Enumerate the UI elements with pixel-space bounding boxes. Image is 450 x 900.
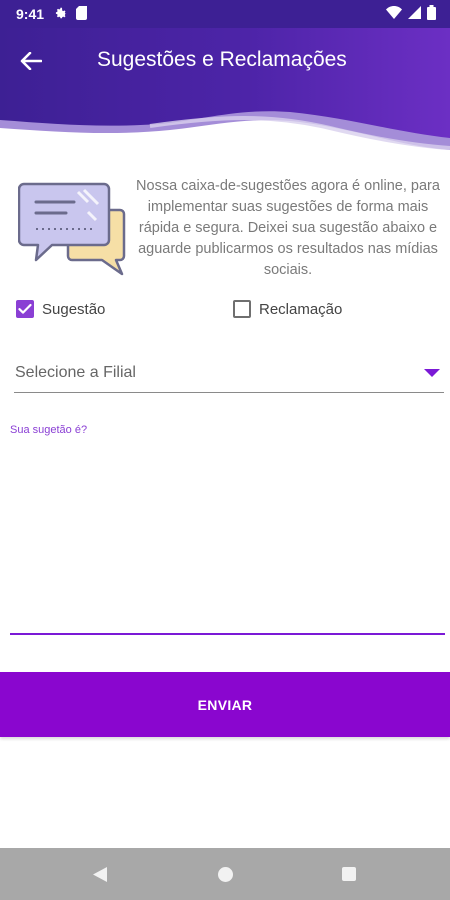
home-circle-icon — [217, 866, 233, 882]
signal-icon — [408, 6, 421, 22]
app-header: Sugestões e Reclamações — [0, 28, 450, 158]
back-button[interactable] — [14, 46, 48, 76]
back-triangle-icon — [93, 866, 107, 882]
checkbox-reclamacao-label: Reclamação — [259, 300, 343, 318]
checkbox-sugestao[interactable]: Sugestão — [16, 296, 105, 322]
status-time: 9:41 — [16, 6, 45, 22]
status-bar: 9:41 — [0, 0, 450, 28]
arrow-left-icon — [20, 52, 42, 70]
battery-icon — [427, 5, 436, 23]
recents-square-icon — [342, 867, 356, 881]
checkbox-sugestao-label: Sugestão — [42, 300, 106, 318]
branch-select[interactable]: Selecione a Filial — [14, 355, 444, 393]
suggestion-field-label: Sua sugetão é? — [10, 424, 88, 436]
branch-select-value: Selecione a Filial — [15, 364, 136, 381]
settings-icon — [54, 6, 68, 23]
checkbox-checked-icon[interactable] — [16, 300, 34, 318]
page-title: Sugestões e Reclamações — [97, 48, 347, 71]
dropdown-arrow-icon[interactable] — [424, 369, 440, 377]
checkbox-reclamacao[interactable]: Reclamação — [233, 296, 342, 322]
suggestion-textarea[interactable]: Sua sugetão é? — [10, 415, 445, 635]
checkbox-unchecked-icon[interactable] — [233, 300, 251, 318]
intro-text: Nossa caixa-de-sugestões agora é online,… — [136, 178, 440, 278]
nav-back-button[interactable] — [87, 862, 113, 886]
sim-card-icon — [76, 5, 88, 23]
send-button[interactable]: ENVIAR — [0, 672, 450, 737]
nav-recents-button[interactable] — [336, 862, 362, 886]
wifi-icon — [386, 6, 402, 22]
chat-bubbles-icon — [17, 180, 128, 278]
system-nav-bar — [0, 848, 450, 900]
nav-home-button[interactable] — [212, 862, 238, 886]
